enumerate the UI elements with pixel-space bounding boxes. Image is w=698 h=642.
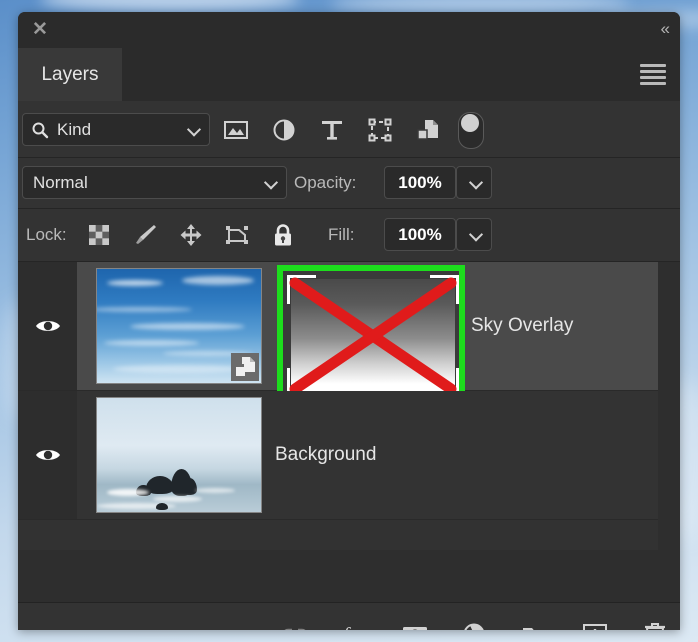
new-layer-icon[interactable] (580, 619, 610, 630)
layer-name[interactable]: Background (275, 444, 376, 466)
layer-mask-thumbnail[interactable] (287, 275, 459, 397)
fill-input[interactable]: 100% (384, 218, 456, 251)
link-layers-icon[interactable] (280, 619, 310, 630)
close-icon[interactable]: ✕ (30, 20, 50, 40)
layer-visibility-toggle[interactable] (18, 391, 77, 519)
layer-list-scrollbar[interactable] (658, 262, 680, 550)
layer-thumbnail[interactable] (96, 268, 262, 384)
layer-thumbnail[interactable] (96, 397, 262, 513)
lock-label: Lock: (26, 225, 67, 244)
add-layer-mask-icon[interactable] (400, 619, 430, 630)
eye-icon (35, 450, 60, 460)
panel-titlebar: ✕ « (18, 12, 680, 48)
delete-layer-icon[interactable] (640, 619, 670, 630)
seascape-rocks-thumbnail (97, 398, 261, 512)
sky-with-clouds-thumbnail (97, 269, 261, 383)
blend-mode-dropdown[interactable]: Normal (22, 166, 287, 199)
collapse-panel-icon[interactable]: « (661, 19, 671, 39)
tab-layers-label: Layers (41, 63, 99, 85)
chevron-down-icon (470, 176, 483, 189)
lock-image-pixels-icon[interactable] (132, 222, 158, 248)
filter-adjustment-layers-icon[interactable] (271, 117, 297, 143)
table-row[interactable]: Background (18, 391, 680, 520)
filter-smart-object-layers-icon[interactable] (415, 117, 441, 143)
opacity-label: Opacity: (294, 173, 357, 192)
lock-transparent-pixels-icon[interactable] (86, 222, 112, 248)
fill-label: Fill: (328, 225, 355, 244)
layer-visibility-toggle[interactable] (18, 262, 77, 390)
layer-name[interactable]: Sky Overlay (471, 315, 573, 337)
filter-kind-label: Kind (57, 119, 92, 139)
toggle-knob (461, 114, 479, 132)
backdrop-cloud (40, 0, 300, 12)
search-icon (32, 122, 49, 138)
smart-object-badge-icon (231, 353, 259, 381)
filter-shape-layers-icon[interactable] (367, 117, 393, 143)
lock-artboard-nesting-icon[interactable] (224, 222, 250, 248)
lock-icons-group (86, 220, 296, 250)
fill-slider-dropdown[interactable] (456, 218, 492, 251)
blend-opacity-bar: Normal Opacity: 100% (18, 158, 680, 209)
bottom-icons-group: fx (280, 619, 670, 630)
filter-enable-toggle[interactable] (458, 112, 484, 149)
layer-styles-fx-icon[interactable]: fx (340, 619, 370, 630)
eye-icon (35, 321, 60, 331)
layer-list: Sky Overlay Background (18, 262, 680, 550)
layer-list-empty-area (18, 520, 680, 550)
filter-type-icons (223, 113, 441, 146)
svg-text:fx: fx (343, 624, 358, 630)
panel-menu-icon[interactable] (640, 64, 666, 85)
lock-all-icon[interactable] (270, 222, 296, 248)
lock-position-icon[interactable] (178, 222, 204, 248)
layers-panel: ✕ « Layers Kind Normal Opacity: 100% Loc… (18, 12, 680, 630)
layers-bottom-toolbar: fx (18, 603, 680, 630)
panel-filler-area (18, 550, 680, 603)
chevron-down-icon (188, 123, 201, 136)
table-row[interactable]: Sky Overlay (18, 262, 680, 403)
chevron-down-icon (265, 176, 278, 189)
opacity-input[interactable]: 100% (384, 166, 456, 199)
blend-mode-value: Normal (33, 172, 88, 192)
new-group-icon[interactable] (520, 619, 550, 630)
opacity-slider-dropdown[interactable] (456, 166, 492, 199)
highlight-box (277, 265, 465, 403)
mask-disabled-x-icon (289, 277, 457, 395)
lock-fill-bar: Lock: Fill: 100% (18, 209, 680, 262)
opacity-value: 100% (398, 172, 442, 192)
filter-type-layers-icon[interactable] (319, 117, 345, 143)
tab-layers[interactable]: Layers (18, 48, 122, 101)
fill-value: 100% (398, 224, 442, 244)
panel-tabstrip: Layers (18, 48, 680, 101)
new-adjustment-layer-icon[interactable] (460, 619, 490, 630)
filter-bar: Kind (18, 101, 680, 158)
filter-kind-dropdown[interactable]: Kind (22, 113, 210, 146)
filter-pixel-layers-icon[interactable] (223, 117, 249, 143)
chevron-down-icon (470, 228, 483, 241)
